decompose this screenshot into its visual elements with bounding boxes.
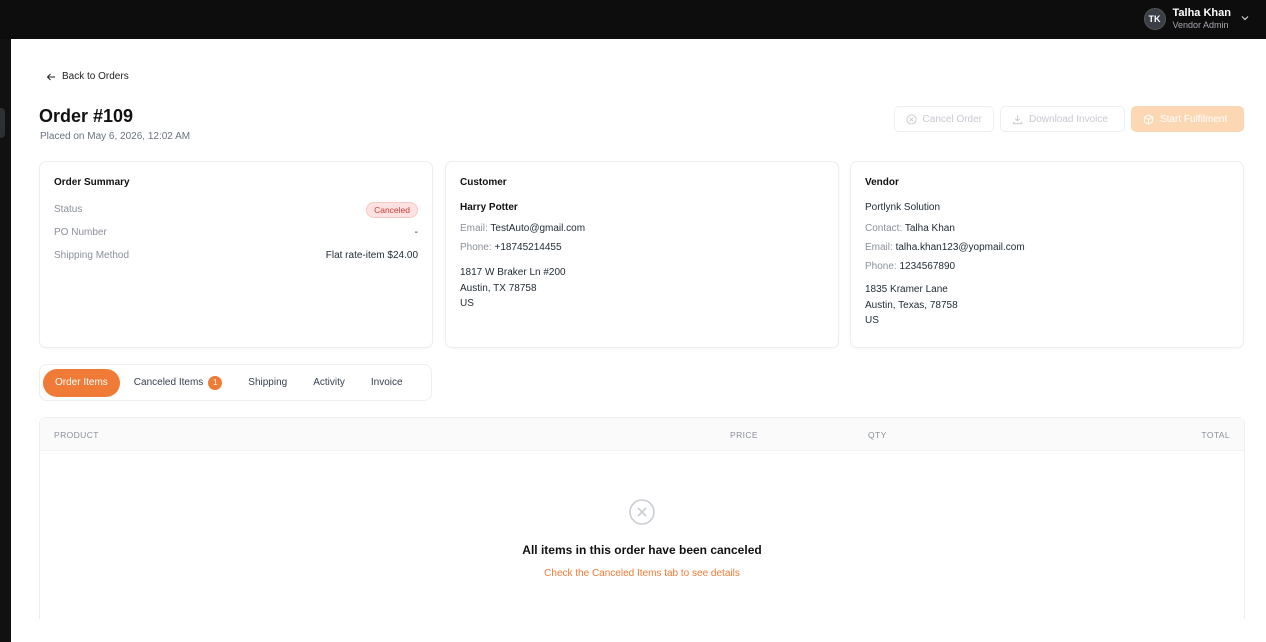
customer-phone-label: Phone: [460,242,492,253]
customer-address-line: 1817 W Braker Ln #200 [460,267,566,278]
user-role: Vendor Admin [1172,20,1229,30]
tab-label: Canceled Items [133,377,204,388]
download-icon [1012,114,1023,124]
cancel-order-button[interactable]: Cancel Order [893,106,994,132]
tab-shipping[interactable]: Shipping [236,369,299,397]
order-summary-heading: Order Summary [54,177,130,188]
column-price: PRICE [730,430,758,440]
vendor-address-line: 1835 Kramer Lane [865,284,948,295]
column-product: PRODUCT [54,430,99,440]
vendor-email-label: Email: [865,242,893,253]
customer-heading: Customer [460,177,507,188]
empty-state: All items in this order have been cancel… [40,498,1244,579]
package-icon [1143,113,1154,125]
column-qty: QTY [868,430,887,440]
vendor-heading: Vendor [865,177,899,188]
order-items-table: PRODUCT PRICE QTY TOTAL All items in thi… [39,417,1245,627]
back-label: Back to Orders [62,71,129,82]
sidebar-toggle-handle[interactable] [0,108,5,138]
order-actions: Cancel Order Download Invoice Start Fulf… [893,106,1244,132]
back-to-orders-link[interactable]: Back to Orders [46,71,129,82]
tab-label: Shipping [248,377,288,388]
vendor-phone-row: Phone: 1234567890 [865,261,1229,272]
user-info: Talha Khan Vendor Admin [1173,7,1231,31]
x-circle-icon [628,498,656,531]
po-row: PO Number - [54,225,418,240]
customer-email-label: Email: [460,223,488,234]
vendor-contact-label: Contact: [865,223,903,234]
vendor-card: Vendor Portlynk Solution Contact: Talha … [850,161,1244,348]
vendor-email-row: Email: talha.khan123@yopmail.com [865,242,1229,253]
shipping-method-value: Flat rate-item $24.00 [325,250,418,261]
customer-address: 1817 W Braker Ln #200 Austin, TX 78758 U… [460,265,824,312]
user-name: Talha Khan [1172,7,1231,19]
tab-activity[interactable]: Activity [301,369,357,397]
download-invoice-button[interactable]: Download Invoice [1000,106,1125,132]
vendor-phone: 1234567890 [899,261,956,272]
customer-address-line: US [460,298,474,309]
status-label: Status [54,204,83,215]
tab-label: Invoice [370,377,403,388]
vendor-company: Portlynk Solution [865,202,941,213]
po-value: - [414,227,418,238]
top-bar: TK Talha Khan Vendor Admin [0,0,1266,39]
vendor-address-line: US [865,315,879,326]
customer-address-line: Austin, TX 78758 [460,282,537,294]
avatar: TK [1143,8,1166,30]
canceled-count-badge: 1 [208,375,223,390]
customer-phone: +18745214455 [494,242,562,253]
tab-canceled-items[interactable]: Canceled Items 1 [122,369,234,397]
empty-state-hint: Check the Canceled Items tab to see deta… [544,568,740,579]
user-menu[interactable]: TK Talha Khan Vendor Admin [1143,4,1250,34]
shipping-method-row: Shipping Method Flat rate-item $24.00 [54,248,418,263]
po-label: PO Number [54,227,107,238]
customer-name: Harry Potter [460,202,518,213]
customer-email: TestAuto@gmail.com [490,223,586,234]
download-invoice-label: Download Invoice [1029,113,1108,125]
tab-label: Order Items [55,377,108,388]
column-total: TOTAL [1201,430,1230,440]
page-bottom [11,619,1266,642]
x-circle-icon [905,113,917,125]
main-content: Back to Orders Order #109 Placed on May … [11,39,1266,627]
vendor-email: talha.khan123@yopmail.com [895,242,1025,253]
empty-state-title: All items in this order have been cancel… [522,543,762,557]
order-tabs: Order Items Canceled Items 1 Shipping Ac… [39,364,432,401]
start-fulfilment-button[interactable]: Start Fulfilment [1131,106,1244,132]
start-fulfilment-label: Start Fulfilment [1160,113,1228,125]
arrow-left-icon [46,73,55,80]
chevron-down-icon[interactable] [1240,10,1250,28]
vendor-address: 1835 Kramer Lane Austin, Texas, 78758 US [865,282,1229,329]
cancel-order-label: Cancel Order [922,113,982,125]
customer-card: Customer Harry Potter Email: TestAuto@gm… [445,161,839,348]
customer-phone-row: Phone: +18745214455 [460,242,824,253]
vendor-phone-label: Phone: [865,261,897,272]
vendor-address-line: Austin, Texas, 78758 [865,299,958,311]
order-summary-card: Order Summary Status Canceled PO Number … [39,161,433,348]
vendor-contact-row: Contact: Talha Khan [865,223,1229,234]
shipping-method-label: Shipping Method [54,250,130,261]
vendor-contact: Talha Khan [904,223,955,234]
status-badge: Canceled [366,201,418,218]
table-header: PRODUCT PRICE QTY TOTAL [40,418,1244,451]
page-title: Order #109 [39,106,134,126]
tab-order-items[interactable]: Order Items [43,368,120,397]
tab-label: Activity [313,377,345,388]
tab-invoice[interactable]: Invoice [359,369,415,397]
customer-email-row: Email: TestAuto@gmail.com [460,223,824,234]
status-row: Status Canceled [54,201,418,218]
placed-date: Placed on May 6, 2026, 12:02 AM [40,131,191,142]
